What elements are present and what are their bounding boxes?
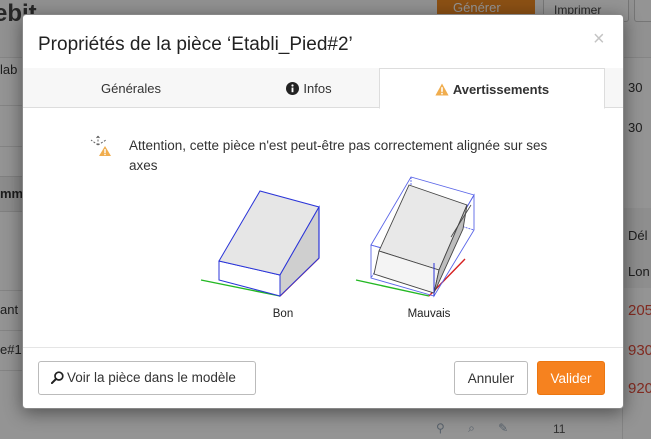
modal-title: Propriétés de la pièce ‘Etabli_Pied#2’	[38, 34, 353, 55]
alignment-illustrations: Bon Mauvais	[193, 175, 513, 325]
tab-generales[interactable]: Générales	[23, 68, 239, 108]
tab-label: Avertissements	[452, 82, 550, 97]
modal-footer: Voir la pièce dans le modèle Annuler Val…	[23, 347, 623, 410]
axis-warning-icon	[89, 134, 113, 158]
view-piece-button[interactable]: Voir la pièce dans le modèle	[38, 361, 256, 395]
validate-button[interactable]: Valider	[537, 361, 605, 395]
view-piece-label: Voir la pièce dans le modèle	[67, 369, 236, 385]
warning-message: Attention, cette pièce n'est peut-être p…	[129, 138, 548, 173]
close-button[interactable]: ×	[593, 29, 605, 49]
info-circle-icon	[286, 82, 300, 98]
warning-triangle-icon	[435, 83, 449, 99]
piece-properties-dialog: Propriétés de la pièce ‘Etabli_Pied#2’ ×…	[22, 14, 624, 409]
good-caption: Bon	[272, 308, 294, 320]
good-alignment-figure	[200, 190, 320, 298]
tab-avertissements[interactable]: Avertissements	[379, 68, 605, 109]
alignment-diagram	[200, 176, 475, 298]
tab-label: Infos	[303, 81, 332, 96]
bad-alignment-figure	[355, 176, 475, 298]
search-icon	[50, 370, 64, 387]
tab-label: Générales	[101, 81, 161, 96]
bad-caption: Mauvais	[407, 308, 451, 320]
tab-bar: Générales Infos Avertissements	[23, 68, 623, 109]
modal-header: Propriétés de la pièce ‘Etabli_Pied#2’ ×	[23, 15, 623, 68]
tab-infos[interactable]: Infos	[239, 68, 379, 108]
cancel-button[interactable]: Annuler	[454, 361, 528, 395]
